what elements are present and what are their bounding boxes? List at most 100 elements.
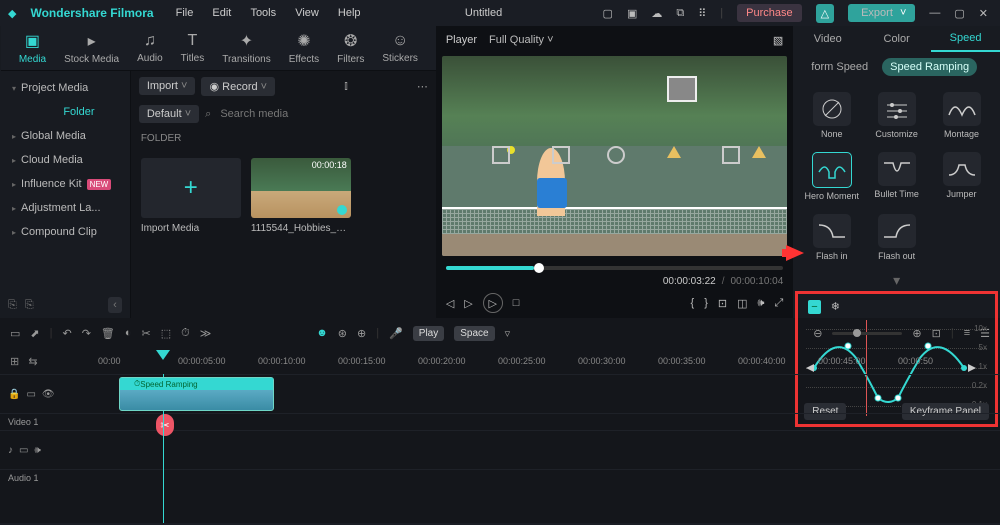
rtab-color[interactable]: Color [862, 27, 931, 51]
fullscreen-icon[interactable]: ⤢ [774, 297, 783, 310]
collapse-tree-icon[interactable]: ‹ [108, 297, 122, 313]
mic-icon[interactable]: 🎤 [389, 327, 403, 340]
speed-icon[interactable]: ⏱ [181, 327, 190, 340]
pointer-icon[interactable]: ⬈ [30, 327, 39, 340]
tab-stock-media[interactable]: ▸Stock Media [64, 31, 119, 65]
cloud-icon[interactable]: ☁ [651, 7, 662, 20]
settings-icon[interactable]: ⊕ [357, 327, 366, 340]
video-preview[interactable] [442, 56, 787, 256]
tree-global-media[interactable]: ▸Global Media [0, 124, 130, 148]
save-icon[interactable]: ▣ [627, 7, 637, 20]
snapshot-icon[interactable]: ▧ [773, 34, 783, 47]
prev-frame-icon[interactable]: ◁ [446, 297, 454, 310]
apps-icon[interactable]: ⠿ [698, 7, 706, 20]
notify-icon[interactable]: ⧉ [676, 7, 684, 20]
color-icon[interactable]: ⊛ [338, 327, 347, 340]
tree-cloud-media[interactable]: ▸Cloud Media [0, 148, 130, 172]
folder-out-icon[interactable]: ⎘ [8, 299, 17, 312]
tab-titles[interactable]: TTitles [181, 32, 205, 64]
play-button[interactable]: ▷ [483, 293, 503, 313]
subtab-uniform-speed[interactable]: form Speed [803, 58, 876, 76]
new-folder-icon[interactable]: ⎘ [25, 299, 34, 312]
filter-icon[interactable]: ⫾ [344, 80, 348, 93]
video-track[interactable]: 🔒 ▭ 👁 ⏱ Speed Ramping [0, 374, 1000, 413]
more-tools-icon[interactable]: ≫ [200, 327, 212, 340]
audio-lock-icon[interactable]: ♪ [8, 445, 13, 456]
tree-folder[interactable]: Folder [0, 100, 130, 124]
display-icon[interactable]: ⊡ [718, 297, 727, 310]
menu-file[interactable]: File [176, 7, 194, 19]
preset-bullet-time[interactable]: Bullet Time [866, 148, 927, 206]
mark-out-icon[interactable]: } [704, 297, 708, 309]
preset-flash-out[interactable]: Flash out [866, 210, 927, 266]
preset-customize[interactable]: Customize [866, 88, 927, 144]
plus-icon[interactable]: + [141, 158, 241, 218]
import-dropdown[interactable]: Import [139, 77, 196, 95]
rtab-video[interactable]: Video [793, 27, 862, 51]
audio-mute-icon[interactable]: ▭ [19, 445, 28, 456]
tab-filters[interactable]: ❂Filters [337, 31, 364, 65]
preset-flash-in[interactable]: Flash in [801, 210, 862, 266]
window-close[interactable]: ✕ [979, 7, 988, 20]
audio-vis-icon[interactable]: 🕪 [34, 445, 40, 456]
play-tag[interactable]: Play [413, 326, 444, 341]
tab-audio[interactable]: ♫Audio [137, 32, 163, 64]
undo-icon[interactable]: ↶ [62, 327, 71, 340]
stop-icon[interactable]: □ [513, 297, 520, 309]
zoom-slider[interactable] [832, 332, 902, 335]
preset-jumper[interactable]: Jumper [931, 148, 992, 206]
window-minimize[interactable]: — [929, 7, 940, 19]
presets-expand-icon[interactable]: ▾ [793, 272, 1000, 289]
split-icon[interactable]: ◐ [125, 327, 132, 339]
export-button[interactable]: Export ˅ [848, 4, 915, 22]
media-clip-card[interactable]: 00:00:18 1115544_Hobbies_Tennis_19... [251, 158, 351, 234]
visibility-icon[interactable]: 👁 [42, 389, 55, 400]
select-tool-icon[interactable]: ▭ [10, 327, 20, 340]
mark-in-icon[interactable]: { [691, 297, 695, 309]
cut-icon[interactable]: ✂ [142, 327, 151, 340]
preset-montage[interactable]: Montage [931, 88, 992, 144]
menu-help[interactable]: Help [338, 7, 361, 19]
graph-toggle-icon[interactable]: − [808, 300, 820, 314]
menu-edit[interactable]: Edit [212, 7, 231, 19]
tree-adjustment-layer[interactable]: ▸Adjustment La... [0, 196, 130, 220]
account-icon[interactable]: △ [816, 4, 834, 23]
video-clip[interactable]: ⏱ Speed Ramping [119, 377, 274, 411]
subtab-speed-ramping[interactable]: Speed Ramping [882, 58, 977, 76]
audio-track[interactable]: ♪ ▭ 🕪 [0, 430, 1000, 469]
volume-icon[interactable]: 🕪 [758, 297, 765, 310]
camera-icon[interactable]: ◫ [737, 297, 747, 310]
more-icon[interactable]: ⋯ [417, 80, 428, 93]
tree-project-media[interactable]: ▾Project Media [0, 76, 130, 100]
cut-handle-icon[interactable]: ✂ [156, 414, 174, 436]
scrub-bar[interactable] [446, 266, 783, 270]
tree-compound-clip[interactable]: ▸Compound Clip [0, 220, 130, 244]
tab-media[interactable]: ▣Media [19, 31, 46, 65]
marker-icon[interactable]: ▿ [505, 327, 511, 340]
delete-icon[interactable]: 🗑 [101, 327, 115, 340]
snowflake-icon[interactable]: ❄ [831, 300, 840, 314]
tab-transitions[interactable]: ✦Transitions [222, 31, 271, 65]
tab-stickers[interactable]: ☺Stickers [382, 32, 418, 64]
menu-view[interactable]: View [295, 7, 319, 19]
layout-icon[interactable]: ▢ [603, 7, 613, 20]
search-input[interactable] [217, 105, 427, 123]
preset-none[interactable]: None [801, 88, 862, 144]
preset-hero-moment[interactable]: Hero Moment [801, 148, 862, 206]
tab-effects[interactable]: ✺Effects [289, 31, 319, 65]
tree-influence-kit[interactable]: ▸Influence KitNEW [0, 172, 130, 196]
record-dropdown[interactable]: ◉ Record [201, 77, 275, 96]
quality-dropdown[interactable]: Full Quality ˅ [489, 34, 554, 46]
sort-dropdown[interactable]: Default [139, 105, 199, 123]
import-media-card[interactable]: + Import Media [141, 158, 241, 234]
clip-thumbnail[interactable]: 00:00:18 [251, 158, 351, 218]
next-frame-icon[interactable]: ▷ [464, 297, 472, 310]
redo-icon[interactable]: ↷ [82, 327, 91, 340]
lock-icon[interactable]: 🔒 [8, 389, 20, 400]
rtab-speed[interactable]: Speed [931, 26, 1000, 52]
window-maximize[interactable]: ▢ [954, 7, 964, 20]
crop-icon[interactable]: ⬚ [161, 327, 171, 340]
purchase-button[interactable]: Purchase [737, 4, 801, 22]
ai-icon[interactable]: ☻ [316, 327, 328, 339]
mute-icon[interactable]: ▭ [26, 389, 35, 400]
